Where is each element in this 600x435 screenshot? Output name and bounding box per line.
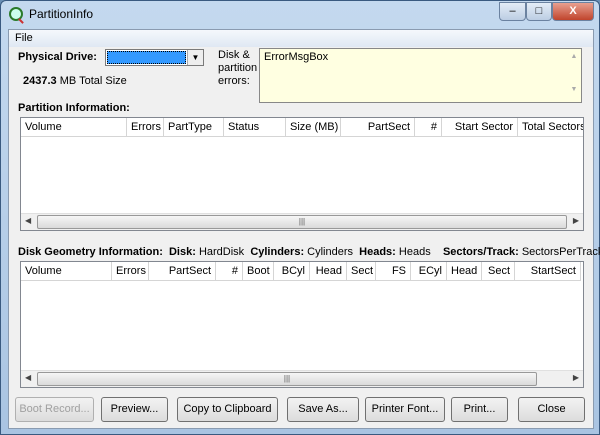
scroll-left-icon[interactable]: ◀ bbox=[25, 373, 31, 382]
window-title: PartitionInfo bbox=[29, 7, 94, 21]
menu-file[interactable]: File bbox=[15, 32, 33, 44]
geometry-hscrollbar[interactable]: ◀ ||| ▶ bbox=[21, 370, 583, 387]
printer-font-button[interactable]: Printer Font... bbox=[365, 397, 445, 422]
col-volume[interactable]: Volume bbox=[21, 262, 112, 280]
error-message-text: ErrorMsgBox bbox=[264, 51, 329, 63]
col-volume[interactable]: Volume bbox=[21, 118, 127, 136]
errors-label: Disk & partition errors: bbox=[218, 49, 258, 87]
total-size-value: 2437.3 bbox=[23, 75, 57, 87]
scroll-right-icon[interactable]: ▶ bbox=[573, 373, 579, 382]
client-area: File Physical Drive: ▼ 2437.3 MB Total S… bbox=[8, 29, 600, 429]
copy-clipboard-button[interactable]: Copy to Clipboard bbox=[177, 397, 278, 422]
partition-info-title: Partition Information: bbox=[18, 102, 130, 114]
magnifier-icon bbox=[9, 7, 23, 21]
physical-drive-label: Physical Drive: bbox=[18, 51, 97, 63]
app-window: PartitionInfo – □ X File Physical Drive:… bbox=[0, 0, 600, 435]
col-errors[interactable]: Errors bbox=[127, 118, 164, 136]
col-bsect[interactable]: Sect bbox=[347, 262, 376, 280]
geometry-table[interactable]: Volume Errors PartSect # Boot BCyl Head … bbox=[20, 261, 584, 388]
scroll-left-icon[interactable]: ◀ bbox=[25, 216, 31, 225]
close-button[interactable]: Close bbox=[518, 397, 585, 422]
disk-geometry-line: Disk Geometry Information: Disk: HardDis… bbox=[18, 246, 600, 258]
col-fs[interactable]: FS bbox=[376, 262, 411, 280]
save-as-button[interactable]: Save As... bbox=[287, 397, 359, 422]
col-parttype[interactable]: PartType bbox=[164, 118, 224, 136]
col-status[interactable]: Status bbox=[224, 118, 286, 136]
col-total-sectors[interactable]: Total Sectors bbox=[518, 118, 583, 136]
maximize-button[interactable]: □ bbox=[526, 2, 552, 21]
error-message-box[interactable]: ErrorMsgBox ▲ ▼ bbox=[259, 48, 582, 103]
total-size-unit: MB Total Size bbox=[59, 75, 127, 87]
partition-table[interactable]: Volume Errors PartType Status Size (MB) … bbox=[20, 117, 584, 231]
col-boot[interactable]: Boot bbox=[243, 262, 274, 280]
scroll-thumb[interactable]: ||| bbox=[37, 372, 537, 386]
preview-button[interactable]: Preview... bbox=[101, 397, 168, 422]
chevron-down-icon[interactable]: ▼ bbox=[187, 50, 203, 65]
partition-table-header: Volume Errors PartType Status Size (MB) … bbox=[21, 118, 583, 137]
title-bar: PartitionInfo bbox=[9, 7, 93, 21]
col-partsect[interactable]: PartSect bbox=[149, 262, 216, 280]
col-ehead[interactable]: Head bbox=[447, 262, 482, 280]
col-errors[interactable]: Errors bbox=[112, 262, 149, 280]
col-size[interactable]: Size (MB) bbox=[286, 118, 341, 136]
col-number[interactable]: # bbox=[415, 118, 442, 136]
menu-bar: File bbox=[9, 30, 593, 47]
error-scrollbar[interactable]: ▲ ▼ bbox=[567, 49, 581, 102]
close-window-button[interactable]: X bbox=[552, 2, 594, 21]
col-esect[interactable]: Sect bbox=[482, 262, 515, 280]
scroll-right-icon[interactable]: ▶ bbox=[573, 216, 579, 225]
col-number[interactable]: # bbox=[216, 262, 243, 280]
geometry-table-header: Volume Errors PartSect # Boot BCyl Head … bbox=[21, 262, 581, 281]
col-bcyl[interactable]: BCyl bbox=[274, 262, 310, 280]
col-startsect[interactable]: StartSect bbox=[515, 262, 581, 280]
col-ecyl[interactable]: ECyl bbox=[411, 262, 447, 280]
print-button[interactable]: Print... bbox=[451, 397, 508, 422]
partition-hscrollbar[interactable]: ◀ ||| ▶ bbox=[21, 213, 583, 230]
minimize-button[interactable]: – bbox=[499, 2, 526, 21]
col-start-sector[interactable]: Start Sector bbox=[442, 118, 518, 136]
col-bhead[interactable]: Head bbox=[310, 262, 347, 280]
boot-record-button[interactable]: Boot Record... bbox=[15, 397, 94, 422]
col-partsect[interactable]: PartSect bbox=[341, 118, 415, 136]
physical-drive-select[interactable]: ▼ bbox=[105, 49, 204, 66]
scroll-thumb[interactable]: ||| bbox=[37, 215, 567, 229]
